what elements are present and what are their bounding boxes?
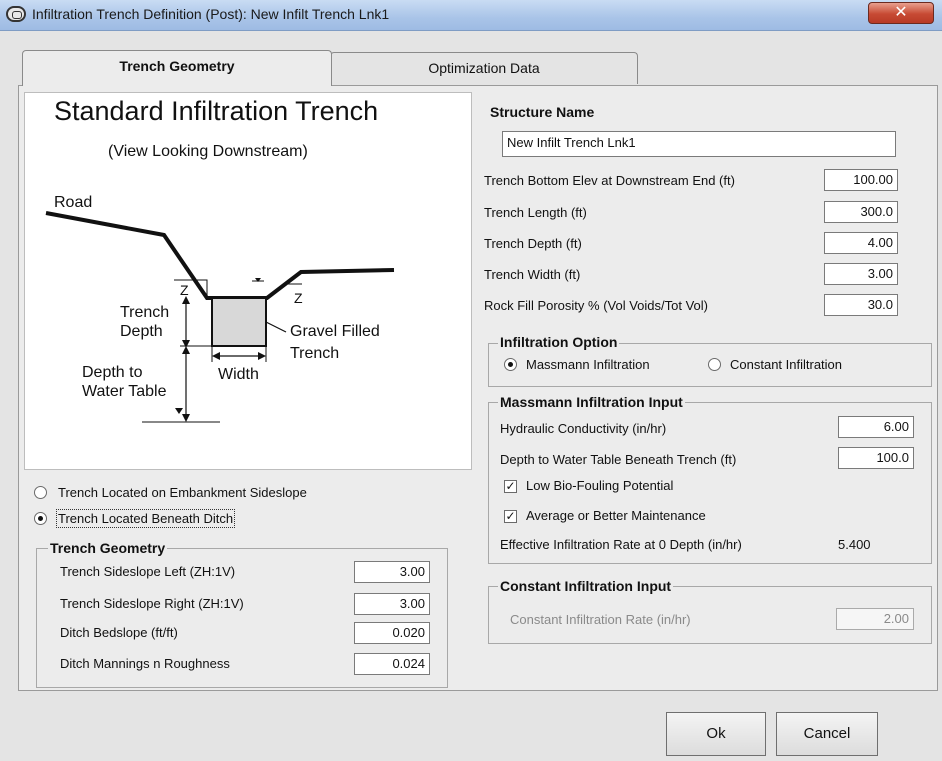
constant-rate-label: Constant Infiltration Rate (in/hr) <box>510 612 691 627</box>
width-label: Width <box>218 366 259 383</box>
radio-constant-infiltration[interactable] <box>708 358 721 371</box>
rock-fill-porosity-label: Rock Fill Porosity % (Vol Voids/Tot Vol) <box>484 298 708 313</box>
average-maintenance-label: Average or Better Maintenance <box>526 508 706 523</box>
radio-massmann-infiltration[interactable] <box>504 358 517 371</box>
sideslope-left-field[interactable]: 3.00 <box>354 561 430 583</box>
hydraulic-conductivity-field[interactable]: 6.00 <box>838 416 914 438</box>
massmann-input-title: Massmann Infiltration Input <box>498 394 685 410</box>
trench-depth-field[interactable]: 4.00 <box>824 232 898 254</box>
depth-to-water-table-label: Depth to Water Table Beneath Trench (ft) <box>500 452 737 467</box>
constant-infiltration-label: Constant Infiltration <box>730 357 843 372</box>
road-label: Road <box>54 194 93 211</box>
infiltration-option-title: Infiltration Option <box>498 334 620 350</box>
bottom-elev-field[interactable]: 100.00 <box>824 169 898 191</box>
close-button[interactable]: ✕ <box>868 2 934 24</box>
window-title: Infiltration Trench Definition (Post): N… <box>32 6 390 22</box>
sideslope-left-label: Trench Sideslope Left (ZH:1V) <box>60 564 236 579</box>
sideslope-right-field[interactable]: 3.00 <box>354 593 430 615</box>
trench-length-label: Trench Length (ft) <box>484 205 587 220</box>
low-biofouling-checkbox[interactable]: ✓ <box>504 480 517 493</box>
effective-infiltration-label: Effective Infiltration Rate at 0 Depth (… <box>500 537 742 552</box>
tab-trench-geometry[interactable]: Trench Geometry <box>22 50 332 86</box>
beneath-ditch-label: Trench Located Beneath Ditch <box>55 509 236 528</box>
tab-optimization-data[interactable]: Optimization Data <box>330 52 638 84</box>
cancel-button[interactable]: Cancel <box>776 712 878 756</box>
low-biofouling-label: Low Bio-Fouling Potential <box>526 478 674 493</box>
radio-embankment-sideslope[interactable] <box>34 486 47 499</box>
trench-width-label: Trench Width (ft) <box>484 267 581 282</box>
constant-rate-field[interactable]: 2.00 <box>836 608 914 630</box>
trench-width-field[interactable]: 3.00 <box>824 263 898 285</box>
gravel-label-line2: Trench <box>290 345 340 362</box>
gravel-label-line1: Gravel Filled <box>290 323 380 340</box>
hydraulic-conductivity-label: Hydraulic Conductivity (in/hr) <box>500 421 667 436</box>
ditch-mannings-field[interactable]: 0.024 <box>354 653 430 675</box>
ok-button[interactable]: Ok <box>666 712 766 756</box>
massmann-infiltration-label: Massmann Infiltration <box>526 357 650 372</box>
title-bar: Infiltration Trench Definition (Post): N… <box>0 0 942 31</box>
ditch-bedslope-label: Ditch Bedslope (ft/ft) <box>60 625 178 640</box>
trench-cross-section-drawing <box>45 211 395 423</box>
trench-depth-label: Trench Depth (ft) <box>484 236 582 251</box>
structure-name-label: Structure Name <box>490 104 595 120</box>
trench-depth-label-line2: Depth <box>120 323 163 340</box>
trench-depth-label-line1: Trench <box>120 304 170 321</box>
radio-beneath-ditch[interactable] <box>34 512 47 525</box>
rock-fill-porosity-field[interactable]: 30.0 <box>824 294 898 316</box>
depth-to-water-label-line1: Depth to <box>82 364 143 381</box>
constant-input-title: Constant Infiltration Input <box>498 578 674 594</box>
depth-to-water-label-line2: Water Table <box>82 383 167 400</box>
ditch-mannings-label: Ditch Mannings n Roughness <box>60 656 230 671</box>
trench-geometry-title: Trench Geometry <box>48 540 168 556</box>
z-right-label: Z <box>294 290 303 306</box>
sideslope-right-label: Trench Sideslope Right (ZH:1V) <box>60 596 244 611</box>
app-icon <box>6 6 26 22</box>
bottom-elev-label: Trench Bottom Elev at Downstream End (ft… <box>484 173 735 188</box>
depth-to-water-table-field[interactable]: 100.0 <box>838 447 914 469</box>
embankment-sideslope-label: Trench Located on Embankment Sideslope <box>58 485 307 500</box>
effective-infiltration-value: 5.400 <box>838 537 871 552</box>
z-left-label: Z <box>180 282 189 298</box>
trench-length-field[interactable]: 300.0 <box>824 201 898 223</box>
ditch-bedslope-field[interactable]: 0.020 <box>354 622 430 644</box>
average-maintenance-checkbox[interactable]: ✓ <box>504 510 517 523</box>
structure-name-input[interactable]: New Infilt Trench Lnk1 <box>502 131 896 157</box>
